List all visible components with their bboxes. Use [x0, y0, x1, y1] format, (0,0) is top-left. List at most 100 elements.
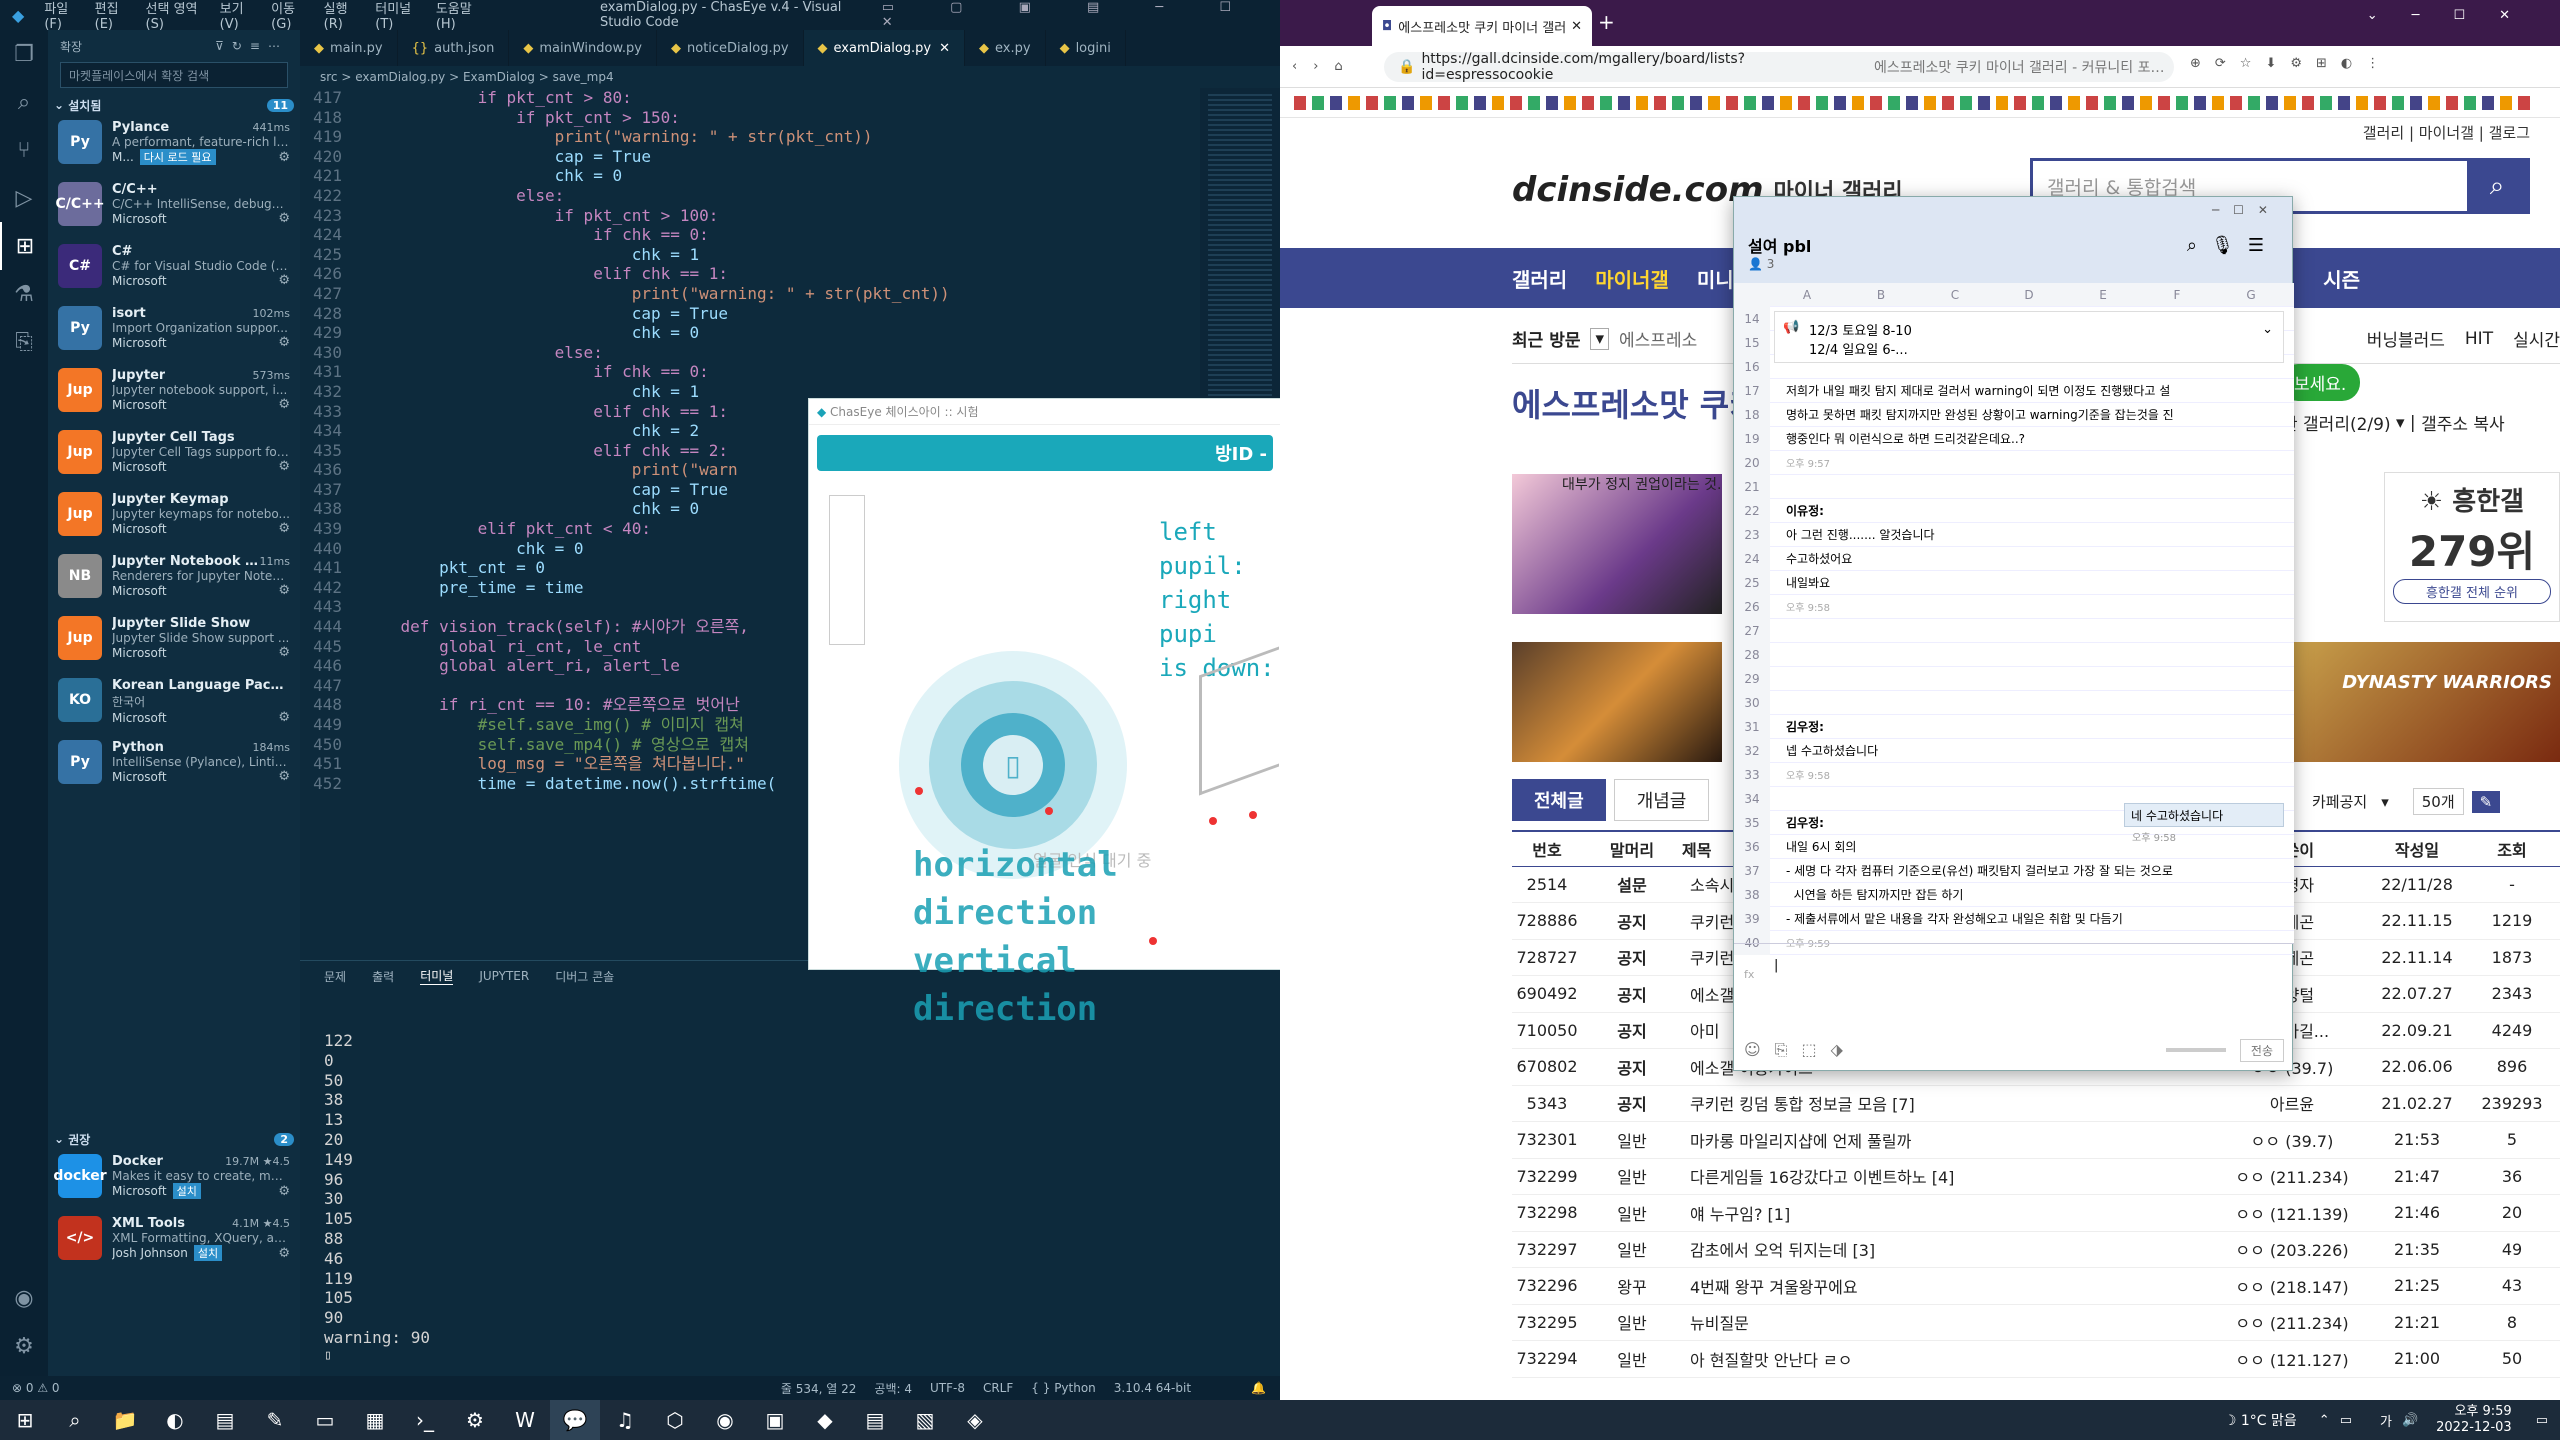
- window-controls[interactable]: ▭ ▢ ▣ ▤ ─ ☐ ✕: [882, 0, 1266, 30]
- gear-icon[interactable]: ⚙: [278, 583, 290, 598]
- vscode-icon[interactable]: ◆: [800, 1400, 850, 1440]
- cell-title[interactable]: 감초에서 오억 뒤지는데 [3]: [1682, 1237, 2222, 1261]
- editor-tab[interactable]: ◆ examDialog.py ✕: [803, 30, 966, 66]
- gear-icon[interactable]: ⚙: [278, 710, 290, 725]
- chaseye-icon[interactable]: ◈: [950, 1400, 1000, 1440]
- bell-icon[interactable]: 🔔: [1251, 1381, 1266, 1395]
- extension-item[interactable]: KO Korean Language Pack for... 한국어Microsof…: [48, 674, 300, 736]
- extension-item[interactable]: Py isort 102ms Import Organization suppor..…: [48, 302, 300, 364]
- extension-item[interactable]: C# C# C# for Visual Studio Code (p... Micro…: [48, 240, 300, 302]
- search-icon[interactable]: ⌕: [50, 1400, 100, 1440]
- table-row[interactable]: 732294 일반 아 현질할맛 안난다 ㄹㅇ ㅇㅇ (121.127) 21:00 50: [1512, 1341, 2560, 1378]
- tab-concept-posts[interactable]: 개념글: [1613, 779, 1710, 821]
- source-control-icon[interactable]: ⑂: [0, 126, 48, 174]
- cell-title[interactable]: 뉴비질문: [1682, 1310, 2222, 1334]
- app-icon[interactable]: ◐: [150, 1400, 200, 1440]
- extension-item[interactable]: Py Python 184ms IntelliSense (Pylance), Lin…: [48, 736, 300, 798]
- table-row[interactable]: 732296 왕꾸 4번째 왕꾸 겨울왕꾸에요 ㅇㅇ (218.147) 21:25 43: [1512, 1268, 2560, 1305]
- chat-notice[interactable]: 📢 12/3 토요일 8-10 12/4 일요일 6-... ⌄: [1774, 311, 2284, 363]
- chat-grid[interactable]: ABCDEFG 📢 12/3 토요일 8-10 12/4 일요일 6-... ⌄ …: [1734, 282, 2294, 955]
- message-input[interactable]: fx |: [1734, 943, 2294, 1029]
- grid-column-header[interactable]: A: [1770, 288, 1844, 302]
- search-icon[interactable]: ⌕: [2467, 158, 2527, 214]
- run-debug-icon[interactable]: ▷: [0, 174, 48, 222]
- word-icon[interactable]: W: [500, 1400, 550, 1440]
- editor-tab[interactable]: ◆ ex.py: [965, 30, 1046, 66]
- explorer-icon[interactable]: ❐: [0, 30, 48, 78]
- table-row[interactable]: 732298 일반 얘 누구임? [1] ㅇㅇ (121.139) 21:46 20: [1512, 1195, 2560, 1232]
- menu-item[interactable]: 도움말(H): [436, 0, 482, 32]
- editor-tab[interactable]: ◆ logini: [1046, 30, 1126, 66]
- nav-buttons[interactable]: ‹›⌂: [1292, 59, 1359, 74]
- language-mode[interactable]: { } Python: [1031, 1381, 1096, 1395]
- volume-slider[interactable]: [2165, 1048, 2226, 1052]
- app-icon[interactable]: ▣: [750, 1400, 800, 1440]
- app-icon[interactable]: ▤: [850, 1400, 900, 1440]
- grid-column-header[interactable]: G: [2214, 288, 2288, 302]
- menu-item[interactable]: 선택 영역(S): [146, 0, 204, 32]
- promo-image[interactable]: [1512, 642, 1722, 762]
- extension-item[interactable]: NB Jupyter Notebook ... 11ms Renderers for …: [48, 550, 300, 612]
- chat-actions[interactable]: ⌕🎙☰: [2187, 235, 2278, 256]
- new-tab-button[interactable]: +: [1598, 10, 1615, 34]
- extension-action-button[interactable]: 설치: [193, 1245, 223, 1261]
- editor-tab[interactable]: ◆ mainWindow.py: [509, 30, 657, 66]
- gear-icon[interactable]: ⚙: [278, 211, 290, 226]
- extension-item[interactable]: Jup Jupyter Slide Show Jupyter Slide Show …: [48, 612, 300, 674]
- grid-column-header[interactable]: E: [2066, 288, 2140, 302]
- app-icon[interactable]: ▦: [350, 1400, 400, 1440]
- extension-item[interactable]: docker Docker 19.7M ★4.5 Makes it easy to c…: [48, 1150, 300, 1212]
- gallery-title[interactable]: 에스프레소맛 쿠키: [1512, 380, 1759, 426]
- panel-tab[interactable]: 디버그 콘솔: [555, 968, 614, 985]
- extension-action-button[interactable]: 설치: [172, 1183, 201, 1199]
- send-button[interactable]: 전송: [2239, 1038, 2284, 1062]
- search-icon[interactable]: ⌕: [0, 78, 48, 126]
- app-icon[interactable]: ✎: [250, 1400, 300, 1440]
- table-row[interactable]: 732297 일반 감초에서 오억 뒤지는데 [3] ㅇㅇ (203.226) 21:3…: [1512, 1232, 2560, 1268]
- app-icon[interactable]: ♫: [600, 1400, 650, 1440]
- gear-icon[interactable]: ⚙: [278, 150, 290, 165]
- remote-icon[interactable]: ⎘: [0, 318, 48, 366]
- chat-tool-icons[interactable]: ☺⎘⬚⬗: [1744, 1040, 1857, 1060]
- table-row[interactable]: 732301 일반 마카롱 마일리지샵에 언제 풀릴까 ㅇㅇ (39.7) 21:53 5: [1512, 1122, 2560, 1159]
- problems-indicator[interactable]: ⊗ 0 ⚠ 0: [12, 1381, 60, 1395]
- indent-status[interactable]: 공백: 4: [874, 1380, 912, 1397]
- volume-icon[interactable]: 🔊: [2402, 1413, 2418, 1428]
- settings-gear-icon[interactable]: ⚙: [450, 1400, 500, 1440]
- installed-section-header[interactable]: ⌄ 설치됨 11: [48, 94, 300, 116]
- extensions-icon[interactable]: ⊞: [0, 222, 48, 270]
- tray-icons[interactable]: ⌃▭: [2319, 1413, 2362, 1428]
- extension-item[interactable]: Jup Jupyter Keymap Jupyter keymaps for not…: [48, 488, 300, 550]
- extension-search-input[interactable]: 마켓플레이스에서 확장 검색: [60, 62, 288, 88]
- powershell-icon[interactable]: ›_: [400, 1400, 450, 1440]
- clock[interactable]: 오후 9:59 2022-12-03: [2436, 1404, 2512, 1436]
- app-icon[interactable]: ▤: [200, 1400, 250, 1440]
- table-row[interactable]: 5343 공지 쿠키런 킹덤 통합 정보글 모음 [7] 아르윤 21.02.27 239…: [1512, 1086, 2560, 1122]
- panel-tab[interactable]: 문제: [324, 968, 346, 985]
- browser-extension-icons[interactable]: ⊕⟳☆⬇⚙⊞◐⋮: [2190, 56, 2393, 71]
- browser-tab-active[interactable]: ◘ 에스프레소맛 쿠키 마이너 갤러 ✕: [1372, 6, 1592, 46]
- menu-item[interactable]: 보기(V): [220, 0, 256, 32]
- write-button[interactable]: ✎: [2471, 790, 2501, 813]
- grid-column-header[interactable]: D: [1992, 288, 2066, 302]
- gear-icon[interactable]: ⚙: [278, 1246, 290, 1261]
- bookmark-icons[interactable]: [1294, 95, 2534, 110]
- grid-column-header[interactable]: C: [1918, 288, 1992, 302]
- extension-item[interactable]: C/C++ C/C++ C/C++ IntelliSense, debuggi...…: [48, 178, 300, 240]
- extension-action-button[interactable]: 다시 로드 필요: [139, 149, 216, 165]
- panel-tab[interactable]: 터미널: [420, 967, 454, 985]
- table-row[interactable]: 732299 일반 다른게임들 16강갔다고 이벤트하노 [4] ㅇㅇ (211.23…: [1512, 1159, 2560, 1195]
- rank-link[interactable]: 흥한갤 전체 순위: [2393, 579, 2551, 604]
- grid-column-header[interactable]: B: [1844, 288, 1918, 302]
- editor-tab[interactable]: ◆ noticeDialog.py: [657, 30, 804, 66]
- address-bar[interactable]: 🔒 https://gall.dcinside.com/mgallery/boa…: [1384, 51, 2174, 83]
- recent-dropdown-icon[interactable]: ▾: [1590, 327, 1610, 350]
- cell-title[interactable]: 4번째 왕꾸 겨울왕꾸에요: [1682, 1274, 2222, 1298]
- app-icon[interactable]: ⬡: [650, 1400, 700, 1440]
- browser-window-controls[interactable]: ⌄─☐✕: [2367, 8, 2544, 23]
- menu-item[interactable]: 편집(E): [95, 0, 130, 32]
- settings-gear-icon[interactable]: ⚙: [0, 1322, 48, 1370]
- dynasty-warriors-ad[interactable]: DYNASTY WARRIORS: [2292, 642, 2560, 762]
- gear-icon[interactable]: ⚙: [278, 1184, 290, 1199]
- extension-item[interactable]: Jup Jupyter 573ms Jupyter notebook support,…: [48, 364, 300, 426]
